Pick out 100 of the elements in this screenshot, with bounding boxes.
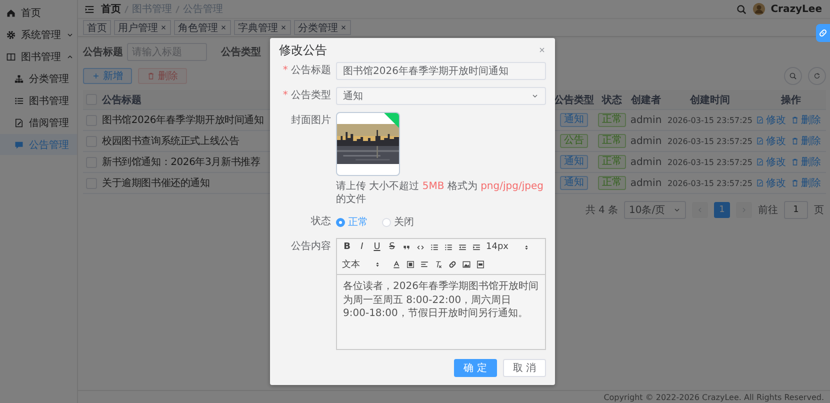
sort-icon: [522, 244, 530, 250]
edit-icon[interactable]: [756, 158, 764, 166]
page-input[interactable]: 1: [784, 201, 808, 219]
action-link[interactable]: 修改: [766, 176, 786, 190]
page-button[interactable]: 1: [714, 202, 730, 218]
column-header: 公告类型: [553, 94, 595, 106]
trash-icon[interactable]: [791, 179, 799, 187]
sort-icon: [374, 261, 381, 268]
search-icon[interactable]: [736, 4, 747, 14]
filter-label: 公告类型: [221, 46, 261, 59]
sidebar-item[interactable]: 分类管理: [0, 68, 77, 89]
chat-icon: [14, 140, 24, 150]
tab[interactable]: 首页: [83, 20, 111, 35]
heading-picker[interactable]: 文本: [342, 258, 381, 271]
status-tag: 正常: [598, 134, 626, 148]
sidebar-item[interactable]: 系统管理: [0, 24, 77, 45]
cancel-button[interactable]: 取 消: [502, 359, 546, 377]
tab[interactable]: 用户管理: [114, 20, 171, 35]
fold-menu-icon[interactable]: [84, 4, 95, 14]
link-icon: [818, 28, 828, 38]
numbered-list-icon[interactable]: [430, 242, 439, 252]
chevron-icon: [531, 92, 539, 100]
link-button[interactable]: [816, 24, 830, 42]
user-name[interactable]: CrazyLee: [770, 4, 822, 14]
action-link[interactable]: 修改: [766, 155, 786, 169]
hierarchy-icon: [14, 74, 24, 84]
sidebar-item[interactable]: 公告管理: [0, 134, 77, 155]
code-icon[interactable]: [416, 242, 425, 252]
plus-icon: [92, 72, 100, 80]
radio-option[interactable]: 关闭: [382, 215, 414, 229]
action-link[interactable]: 删除: [801, 176, 821, 190]
tab[interactable]: 角色管理: [174, 20, 231, 35]
italic-button[interactable]: I: [357, 242, 367, 252]
tab[interactable]: 字典管理: [234, 20, 291, 35]
form-label: * 公告类型: [282, 88, 331, 103]
outdent-icon[interactable]: [458, 242, 467, 252]
add-button[interactable]: 新增: [83, 68, 132, 84]
breadcrumb-item[interactable]: 首页: [101, 2, 121, 16]
indent-icon[interactable]: [472, 242, 481, 252]
table-cell-text: 2026-03-15 23:57:25: [666, 178, 754, 188]
type-select[interactable]: 通知: [336, 87, 546, 105]
refresh-button[interactable]: [808, 67, 826, 85]
bold-button[interactable]: B: [342, 242, 352, 252]
chevron-right-icon: [740, 206, 748, 214]
sidebar-item[interactable]: 首页: [0, 2, 77, 23]
list-icon: [14, 96, 24, 106]
edit-icon[interactable]: [756, 179, 764, 187]
refresh-icon: [813, 72, 821, 80]
copyright-text: Copyright © 2022-2026 CrazyLee. All Rights Reserved.: [604, 392, 824, 402]
trash-icon[interactable]: [791, 158, 799, 166]
link-icon[interactable]: [448, 260, 457, 269]
bullet-list-icon[interactable]: [444, 242, 453, 252]
close-icon: [220, 24, 227, 31]
column-header: 公告标题: [100, 94, 142, 106]
video-icon[interactable]: [476, 260, 485, 269]
sidebar-item[interactable]: 借阅管理: [0, 112, 77, 133]
type-tag: 公告: [560, 134, 588, 148]
confirm-button[interactable]: 确 定: [454, 359, 497, 377]
radio-option[interactable]: 正常: [336, 215, 368, 229]
total-count: 共 4 条: [585, 204, 618, 217]
font-size-picker[interactable]: 14px: [486, 242, 530, 252]
page-size-select[interactable]: 10条/页: [624, 201, 686, 219]
action-link[interactable]: 删除: [801, 134, 821, 148]
action-link[interactable]: 删除: [801, 155, 821, 169]
edit-icon[interactable]: [756, 116, 764, 124]
title-input[interactable]: 图书馆2026年春季学期开放时间通知: [336, 62, 546, 80]
dialog-title: 修改公告: [279, 42, 327, 58]
close-icon[interactable]: [538, 46, 546, 54]
close-icon: [340, 24, 347, 31]
action-link[interactable]: 修改: [766, 113, 786, 127]
clear-format-icon[interactable]: [434, 260, 443, 269]
avatar-icon[interactable]: [752, 3, 765, 15]
book-icon: [6, 52, 16, 62]
breadcrumb-separator: [175, 4, 180, 14]
action-link[interactable]: 删除: [801, 113, 821, 127]
underline-button[interactable]: U: [372, 242, 382, 252]
table-cell-text: 图书馆2026年春季学期开放时间通知: [101, 114, 264, 127]
strike-button[interactable]: S: [387, 242, 397, 252]
type-tag: 通知: [560, 155, 588, 169]
image-icon[interactable]: [462, 260, 471, 269]
action-link[interactable]: 修改: [766, 134, 786, 148]
sidebar-item[interactable]: 图书管理: [0, 90, 77, 111]
rich-text-editor[interactable]: B I U S 14px 文本 各位读者，2026年春季学期图书馆开放时间为周一至周五 8:00-22:00，周六周日 9:00-18:00，节假日开放时间另行通知。: [336, 238, 546, 350]
image-upload[interactable]: [336, 112, 400, 176]
form-label: 状态: [310, 214, 331, 229]
status-tag: 正常: [598, 155, 626, 169]
sidebar-item[interactable]: 图书管理: [0, 46, 77, 67]
filter-label: 公告标题: [83, 46, 123, 59]
trash-icon[interactable]: [791, 137, 799, 145]
table-cell-text: admin: [629, 114, 663, 126]
background-color-icon[interactable]: [406, 260, 415, 269]
font-color-icon[interactable]: [392, 260, 401, 269]
trash-icon[interactable]: [791, 116, 799, 124]
table-cell-text: admin: [629, 156, 663, 168]
align-icon[interactable]: [420, 260, 429, 269]
table-cell-text: 2026-03-15 23:57:25: [666, 136, 754, 146]
close-icon: [280, 24, 287, 31]
search-button[interactable]: [784, 67, 802, 85]
tab[interactable]: 分类管理: [294, 20, 351, 35]
edit-icon[interactable]: [756, 137, 764, 145]
